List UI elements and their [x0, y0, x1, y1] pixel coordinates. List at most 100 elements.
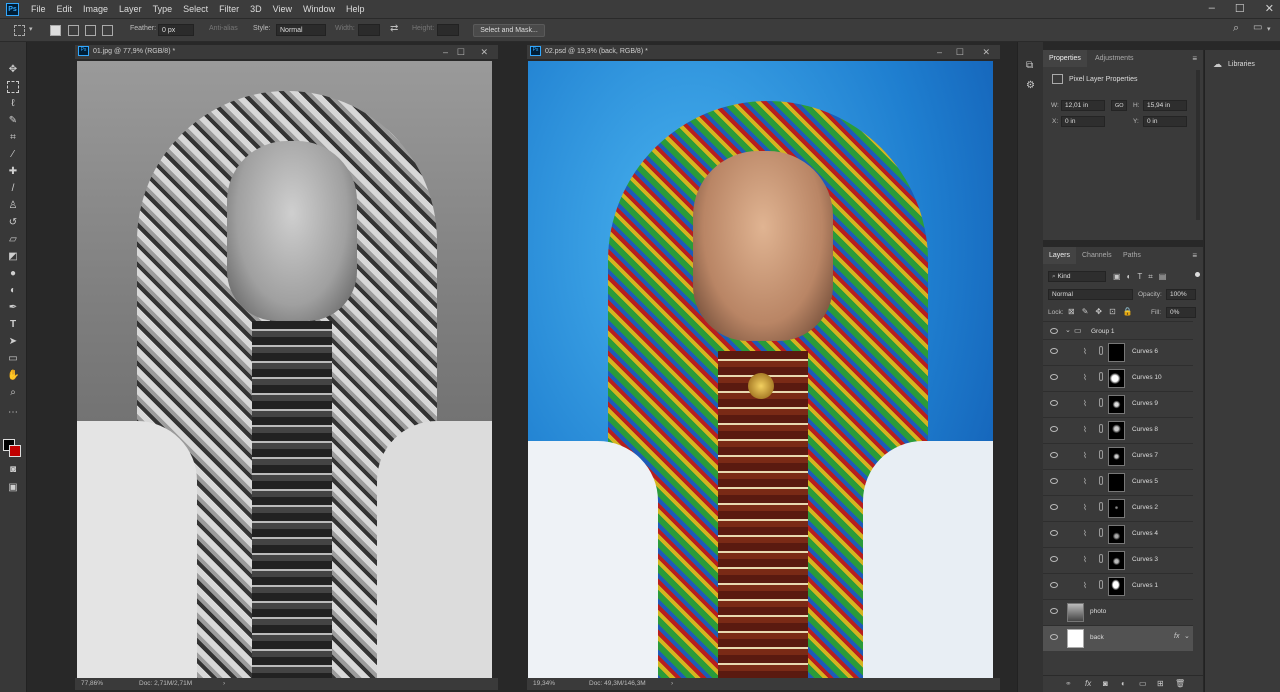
- visibility-eye-icon[interactable]: [1050, 608, 1058, 614]
- visibility-eye-icon[interactable]: [1050, 426, 1058, 432]
- lasso-tool-icon[interactable]: ℓ: [7, 98, 19, 110]
- move-tool-icon[interactable]: ✥: [7, 64, 19, 76]
- layer-row-curves-4[interactable]: ⌇ Curves 4: [1043, 521, 1193, 547]
- tool-preset-chevron-icon[interactable]: ▾: [29, 25, 33, 33]
- link-icon[interactable]: [1099, 346, 1103, 355]
- clone-stamp-tool-icon[interactable]: ♙: [7, 200, 19, 212]
- quick-select-tool-icon[interactable]: ✎: [7, 115, 19, 127]
- link-icon[interactable]: [1099, 424, 1103, 433]
- new-group-icon[interactable]: ▭: [1139, 679, 1147, 688]
- close-button[interactable]: ✕: [1265, 2, 1274, 15]
- visibility-eye-icon[interactable]: [1050, 504, 1058, 510]
- libraries-tab[interactable]: ☁ Libraries: [1205, 58, 1280, 72]
- visibility-eye-icon[interactable]: [1050, 452, 1058, 458]
- healing-brush-tool-icon[interactable]: ✚: [7, 166, 19, 178]
- fill-field[interactable]: 0%: [1166, 307, 1196, 318]
- height-input[interactable]: [437, 24, 459, 36]
- menu-filter[interactable]: Filter: [219, 4, 239, 14]
- more-tools-icon[interactable]: ⋯: [7, 407, 19, 419]
- height-field[interactable]: 15,94 in: [1143, 100, 1187, 111]
- style-select[interactable]: Normal: [276, 24, 326, 36]
- layers-menu-icon[interactable]: ≡: [1192, 251, 1197, 260]
- layer-mask-thumbnail[interactable]: [1108, 499, 1125, 518]
- minimize-button[interactable]: –: [1209, 2, 1215, 15]
- quick-mask-icon[interactable]: ◙: [7, 464, 19, 476]
- add-selection-icon[interactable]: [68, 25, 79, 36]
- history-brush-tool-icon[interactable]: ↺: [7, 217, 19, 229]
- layer-row-curves-7[interactable]: ⌇ Curves 7: [1043, 443, 1193, 469]
- feather-input[interactable]: 0 px: [158, 24, 194, 36]
- brush-tool-icon[interactable]: /: [7, 183, 19, 195]
- properties-menu-icon[interactable]: ≡: [1192, 54, 1197, 63]
- history-panel-icon[interactable]: ⧉: [1026, 60, 1033, 71]
- layer-mask-thumbnail[interactable]: [1108, 395, 1125, 414]
- select-and-mask-button[interactable]: Select and Mask...: [473, 24, 545, 37]
- x-field[interactable]: 0 in: [1061, 116, 1105, 127]
- link-icon[interactable]: [1099, 502, 1103, 511]
- visibility-eye-icon[interactable]: [1050, 348, 1058, 354]
- y-field[interactable]: 0 in: [1143, 116, 1187, 127]
- delete-layer-icon[interactable]: 🗑: [1175, 679, 1185, 688]
- add-style-icon[interactable]: fx: [1085, 679, 1091, 688]
- link-icon[interactable]: [1099, 476, 1103, 485]
- doc1-status-arrow-icon[interactable]: ›: [223, 678, 225, 690]
- search-icon[interactable]: ⌕: [1233, 22, 1239, 35]
- layer-row-curves-2[interactable]: ⌇ Curves 2: [1043, 495, 1193, 521]
- blend-mode-select[interactable]: Normal: [1048, 289, 1133, 300]
- link-icon[interactable]: [1099, 580, 1103, 589]
- lock-options-icons[interactable]: ⊠✎✥⊡🔒: [1068, 307, 1140, 316]
- layer-row-curves-8[interactable]: ⌇ Curves 8: [1043, 417, 1193, 443]
- swap-icon[interactable]: ⇄: [390, 23, 398, 34]
- dodge-tool-icon[interactable]: ◐: [7, 285, 19, 297]
- doc1-title-bar[interactable]: Ps 01.jpg @ 77,9% (RGB/8) * – ☐ ✕: [75, 45, 498, 59]
- rect-marquee-tool-icon[interactable]: [7, 81, 19, 93]
- layer-mask-thumbnail[interactable]: [1108, 551, 1125, 570]
- width-field[interactable]: 12,01 in: [1061, 100, 1105, 111]
- visibility-eye-icon[interactable]: [1050, 400, 1058, 406]
- menu-window[interactable]: Window: [303, 4, 335, 14]
- group-expand-chevron-icon[interactable]: ⌄: [1065, 326, 1071, 334]
- tab-channels[interactable]: Channels: [1076, 247, 1118, 264]
- new-layer-icon[interactable]: ⊞: [1157, 679, 1164, 688]
- width-input[interactable]: [358, 24, 380, 36]
- crop-tool-icon[interactable]: ⌗: [7, 132, 19, 144]
- workspace-chevron-icon[interactable]: ▾: [1267, 25, 1271, 33]
- eyedropper-tool-icon[interactable]: ⁄: [7, 149, 19, 161]
- properties-panel-icon[interactable]: ⚙: [1026, 80, 1035, 91]
- visibility-eye-icon[interactable]: [1050, 634, 1058, 640]
- intersect-selection-icon[interactable]: [102, 25, 113, 36]
- maximize-button[interactable]: ☐: [1235, 2, 1245, 15]
- pen-tool-icon[interactable]: ✒: [7, 302, 19, 314]
- tab-adjustments[interactable]: Adjustments: [1089, 50, 1140, 67]
- layer-filter-select[interactable]: ⌕ Kind: [1048, 271, 1106, 282]
- menu-edit[interactable]: Edit: [57, 4, 73, 14]
- layer-row-curves-3[interactable]: ⌇ Curves 3: [1043, 547, 1193, 573]
- antialias-checkbox[interactable]: Anti-alias: [209, 25, 238, 32]
- link-icon[interactable]: [1099, 528, 1103, 537]
- eraser-tool-icon[interactable]: ▱: [7, 234, 19, 246]
- layer-mask-thumbnail[interactable]: [1108, 577, 1125, 596]
- layer-row-back[interactable]: back fx ⌄: [1043, 625, 1193, 651]
- layer-effects-icon[interactable]: fx: [1174, 633, 1179, 640]
- menu-type[interactable]: Type: [153, 4, 173, 14]
- paint-bucket-tool-icon[interactable]: ◩: [7, 251, 19, 263]
- visibility-eye-icon[interactable]: [1050, 374, 1058, 380]
- layer-mask-thumbnail[interactable]: [1108, 525, 1125, 544]
- new-selection-icon[interactable]: [50, 25, 61, 36]
- doc2-minimize-button[interactable]: –: [937, 45, 942, 59]
- type-tool-icon[interactable]: T: [7, 319, 19, 331]
- link-icon[interactable]: [1099, 398, 1103, 407]
- doc2-maximize-button[interactable]: ☐: [956, 45, 964, 59]
- tab-properties[interactable]: Properties: [1043, 50, 1087, 67]
- visibility-eye-icon[interactable]: [1050, 478, 1058, 484]
- background-color-swatch[interactable]: [9, 445, 21, 457]
- add-mask-icon[interactable]: ◙: [1103, 679, 1108, 688]
- menu-select[interactable]: Select: [183, 4, 208, 14]
- menu-file[interactable]: File: [31, 4, 46, 14]
- zoom-tool-icon[interactable]: ⌕: [7, 387, 19, 399]
- doc2-title-bar[interactable]: Ps 02.psd @ 19,3% (back, RGB/8) * – ☐ ✕: [527, 45, 1000, 59]
- doc2-zoom-value[interactable]: 19,34%: [533, 678, 555, 690]
- layer-mask-thumbnail[interactable]: [1108, 421, 1125, 440]
- hand-tool-icon[interactable]: ✋: [7, 370, 19, 382]
- layer-thumbnail[interactable]: [1067, 629, 1084, 648]
